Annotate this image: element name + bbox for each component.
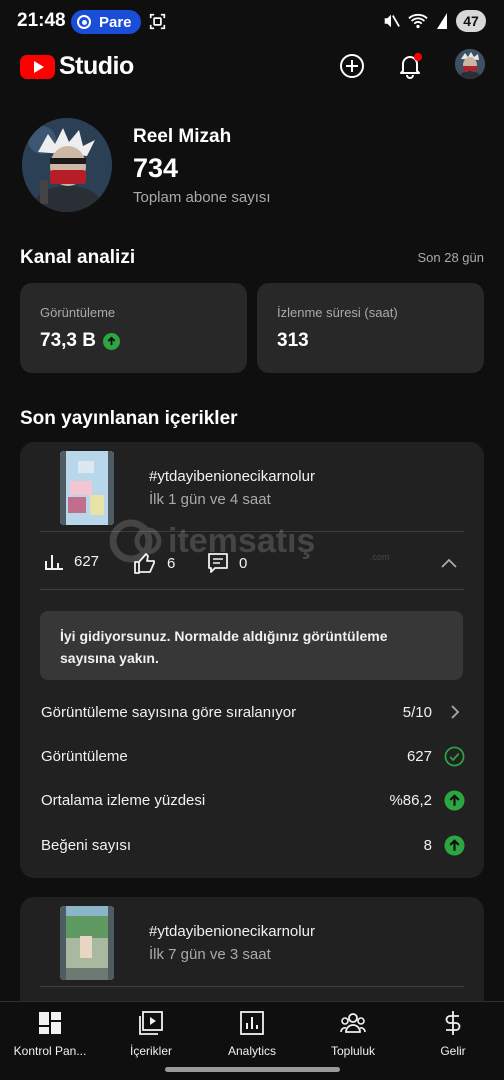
status-bar: 21:48 Pare 47 (0, 0, 504, 44)
arrow-up-circle-icon (444, 834, 465, 856)
analytics-icon (240, 1010, 264, 1036)
nav-community[interactable]: Topluluk (303, 1010, 403, 1058)
likes-row: Beğeni sayısı 8 (41, 833, 465, 857)
earn-icon (444, 1010, 462, 1036)
community-icon (340, 1010, 366, 1036)
likes-count: 6 (167, 554, 176, 572)
analytics-section-title: Kanal analizi (20, 247, 136, 268)
screen-record-icon (149, 13, 166, 30)
video-thumbnail[interactable] (60, 451, 114, 525)
create-button[interactable] (336, 50, 368, 82)
nav-label: Analytics (227, 1044, 277, 1058)
avatar-image (455, 49, 485, 79)
chevron-up-icon[interactable] (438, 554, 460, 572)
subscriber-label: Toplam abone sayısı (133, 189, 271, 206)
account-avatar[interactable] (455, 49, 485, 79)
nav-dashboard[interactable]: Kontrol Pan... (0, 1010, 100, 1058)
home-indicator[interactable] (165, 1067, 340, 1072)
check-circle-icon (444, 746, 465, 767)
comments-stat: 0 (207, 552, 247, 574)
comment-icon (208, 553, 228, 573)
subscriber-count: 734 (133, 153, 179, 183)
nav-content[interactable]: İçerikler (101, 1010, 201, 1058)
comments-count: 0 (239, 554, 248, 572)
likes-stat: 6 (133, 552, 175, 574)
logo-text: Studio (59, 52, 134, 80)
divider (40, 589, 464, 590)
wifi-icon (408, 13, 428, 29)
status-time: 21:48 (17, 10, 66, 31)
studio-logo[interactable]: Studio (20, 52, 134, 81)
nav-earn[interactable]: Gelir (403, 1010, 503, 1058)
video-title: #ytdayibenionecikarnolur (149, 468, 315, 485)
avg-view-percentage-row: Ortalama izleme yüzdesi %86,2 (41, 788, 465, 812)
video-age: İlk 1 gün ve 4 saat (149, 491, 271, 508)
nav-label: Topluluk (330, 1044, 376, 1058)
thumb-up-icon (134, 553, 155, 574)
notification-dot (414, 53, 422, 61)
thumbnail-image (60, 451, 114, 525)
divider (40, 531, 464, 532)
nav-label: Gelir (440, 1044, 466, 1058)
video-age: İlk 7 gün ve 3 saat (149, 946, 271, 963)
youtube-play-icon (20, 54, 55, 79)
nav-label: Kontrol Pan... (13, 1044, 87, 1058)
row-value: 8 (423, 836, 432, 854)
content-icon (139, 1010, 163, 1036)
channel-avatar-image (22, 118, 112, 212)
row-label: Ortalama izleme yüzdesi (41, 791, 206, 809)
arrow-up-circle-icon (444, 789, 465, 811)
chevron-right-icon (444, 702, 465, 723)
thumbnail-image (60, 906, 114, 980)
metric-card-watch-time[interactable]: İzlenme süresi (saat) 313 (257, 283, 484, 373)
metric-label: İzlenme süresi (saat) (277, 305, 398, 320)
recent-section-title: Son yayınlanan içerikler (20, 408, 238, 429)
views-count: 627 (74, 552, 100, 570)
app-header: Studio (0, 44, 504, 88)
video-thumbnail[interactable] (60, 906, 114, 980)
channel-avatar[interactable] (22, 118, 112, 212)
metric-value: 73,3 B (40, 330, 120, 352)
metric-value-text: 313 (277, 330, 309, 351)
row-value: 627 (406, 747, 432, 765)
divider (40, 986, 464, 987)
views-row: Görüntüleme 627 (41, 744, 465, 768)
row-label: Görüntüleme (41, 747, 128, 765)
metric-value-text: 73,3 B (40, 330, 96, 351)
signal-icon (437, 13, 447, 29)
create-icon (340, 54, 364, 78)
notifications-button[interactable] (394, 50, 426, 82)
views-stat: 627 (44, 552, 99, 570)
metric-label: Görüntüleme (40, 305, 116, 320)
metric-value: 313 (277, 330, 309, 352)
row-value: 5/10 (402, 703, 432, 721)
content-card[interactable]: #ytdayibenionecikarnolur İlk 1 gün ve 4 … (20, 442, 484, 878)
ranking-row[interactable]: Görüntüleme sayısına göre sıralanıyor 5/… (41, 700, 465, 724)
nav-label: İçerikler (129, 1044, 172, 1058)
arrow-up-circle-icon (102, 332, 120, 350)
channel-name: Reel Mizah (133, 126, 232, 147)
battery-level: 47 (463, 13, 479, 29)
mute-icon (384, 14, 400, 28)
recording-pill[interactable]: Pare (71, 10, 141, 34)
video-title: #ytdayibenionecikarnolur (149, 923, 315, 940)
recording-pill-label: Pare (99, 13, 132, 31)
analytics-period: Son 28 gün (417, 250, 484, 265)
record-dot-icon (77, 15, 91, 29)
metric-card-views[interactable]: Görüntüleme 73,3 B (20, 283, 247, 373)
nav-analytics[interactable]: Analytics (202, 1010, 302, 1058)
row-label: Görüntüleme sayısına göre sıralanıyor (41, 703, 297, 721)
performance-tip: İyi gidiyorsunuz. Normalde aldığınız gör… (40, 611, 463, 680)
bar-chart-icon (45, 555, 63, 570)
battery-icon: 47 (456, 10, 486, 32)
row-value: %86,2 (389, 791, 432, 809)
row-label: Beğeni sayısı (41, 836, 132, 854)
dashboard-icon (38, 1010, 62, 1036)
